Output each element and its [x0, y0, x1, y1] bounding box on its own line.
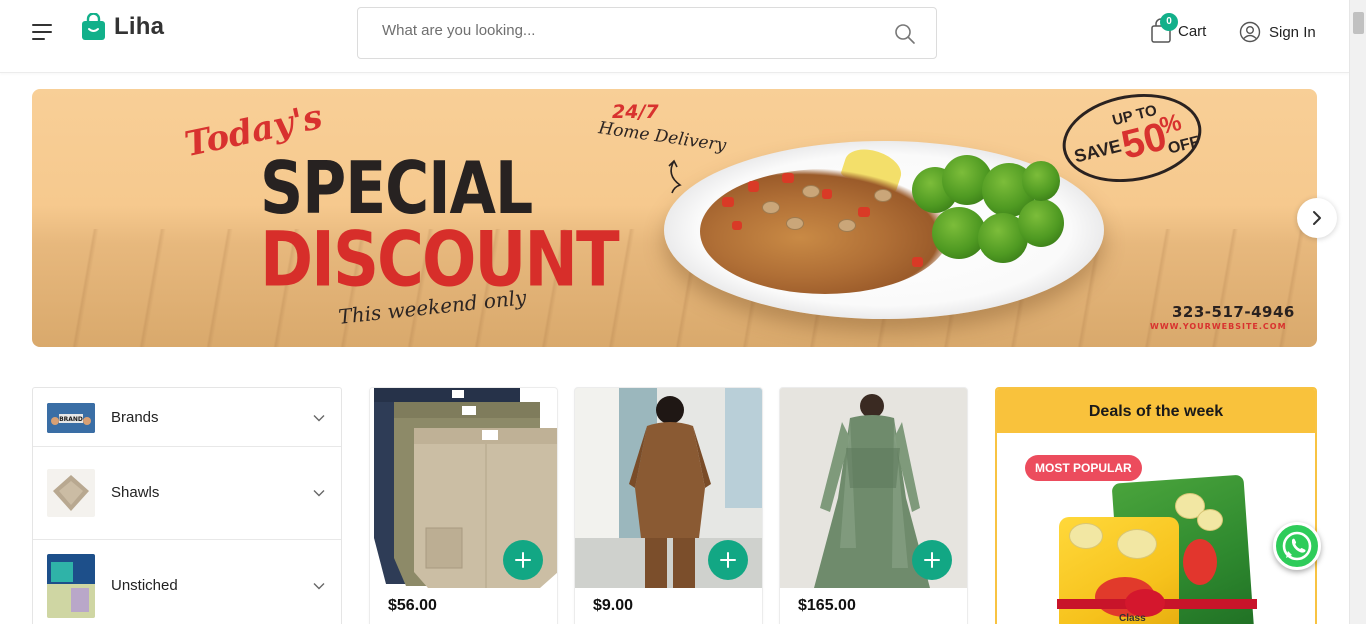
banner-website: WWW.YOURWEBSITE.COM	[1150, 322, 1287, 331]
mushroom-slice	[786, 217, 804, 230]
brands-thumb-text: BRAND	[59, 416, 83, 423]
scrollbar-thumb[interactable]	[1353, 12, 1364, 34]
whatsapp-chat-button[interactable]	[1273, 522, 1321, 570]
tomato-piece	[722, 197, 734, 207]
promo-banner[interactable]: Today's SPECIAL DISCOUNT This weekend on…	[32, 89, 1317, 347]
banner-delivery-text: Home Delivery	[597, 118, 728, 156]
product-price: $56.00	[388, 597, 437, 614]
user-circle-icon	[1239, 21, 1261, 43]
mushroom-slice	[802, 185, 820, 198]
add-to-cart-button[interactable]	[912, 540, 952, 580]
product-price: $165.00	[798, 597, 856, 614]
product-card[interactable]: $165.00	[779, 387, 968, 624]
mushroom-slice	[762, 201, 780, 214]
tomato-piece	[748, 181, 759, 192]
brand-name: Liha	[114, 13, 165, 40]
broccoli	[1022, 161, 1060, 201]
banner-phone: 323-517-4946	[1172, 303, 1295, 321]
cart-count-badge: 0	[1160, 13, 1178, 31]
chevron-down-icon	[313, 490, 325, 497]
banner-next-button[interactable]	[1297, 198, 1337, 238]
search-bar	[357, 7, 937, 59]
chip-image	[1069, 523, 1103, 549]
page: Liha Cart 0	[0, 0, 1366, 624]
page-scrollbar[interactable]	[1349, 0, 1366, 624]
cart-button[interactable]: Cart	[1150, 18, 1206, 44]
logo[interactable]: Liha	[81, 12, 165, 41]
tomato-piece	[858, 207, 870, 217]
chevron-right-icon	[1313, 211, 1321, 225]
cart-label: Cart	[1178, 22, 1207, 40]
deals-of-the-week: Deals of the week Class MOST POPULAR	[995, 387, 1317, 624]
chevron-down-icon	[313, 415, 325, 422]
brands-thumbnail: BRAND	[47, 403, 95, 433]
tomato-piece	[732, 221, 742, 230]
shopping-bag-logo-icon	[81, 12, 106, 41]
mushroom-slice	[874, 189, 892, 202]
search-input[interactable]	[382, 22, 862, 39]
category-label: Shawls	[111, 484, 160, 501]
category-item-brands[interactable]: BRAND Brands	[33, 388, 341, 447]
menu-icon[interactable]	[32, 24, 54, 44]
broccoli	[1018, 199, 1064, 247]
most-popular-badge: MOST POPULAR	[1025, 455, 1142, 481]
mushroom-slice	[838, 219, 856, 232]
tomato-piece	[912, 257, 923, 267]
chips-logo	[1183, 539, 1217, 585]
add-to-cart-button[interactable]	[503, 540, 543, 580]
curved-arrow-icon	[668, 159, 682, 194]
deals-title: Deals of the week	[997, 389, 1315, 433]
search-icon[interactable]	[894, 23, 916, 45]
category-item-unstiched[interactable]: Unstiched	[33, 540, 341, 624]
category-label: Brands	[111, 409, 159, 426]
chips-pack-label: Class	[1119, 613, 1146, 624]
category-label: Unstiched	[111, 577, 178, 594]
shawls-thumbnail	[47, 469, 95, 517]
chevron-down-icon	[313, 583, 325, 590]
product-card[interactable]: $56.00	[369, 387, 558, 624]
product-price: $9.00	[593, 597, 634, 614]
add-to-cart-button[interactable]	[708, 540, 748, 580]
header: Liha Cart 0	[0, 0, 1349, 73]
category-sidebar: BRAND Brands Shawls Unstiched	[32, 387, 342, 624]
banner-headline-discount: DISCOUNT	[260, 217, 620, 305]
chip-image	[1197, 509, 1223, 531]
chip-image	[1117, 529, 1157, 559]
category-item-shawls[interactable]: Shawls	[33, 447, 341, 540]
tomato-piece	[782, 173, 794, 183]
product-card[interactable]: $9.00	[574, 387, 763, 624]
sign-in-button[interactable]: Sign In	[1239, 21, 1316, 43]
unstiched-thumbnail	[47, 554, 95, 618]
tomato-piece	[822, 189, 832, 199]
whatsapp-icon	[1282, 531, 1312, 561]
sign-in-label: Sign In	[1269, 23, 1316, 41]
banner-delivery-hours: 24/7	[612, 101, 659, 123]
